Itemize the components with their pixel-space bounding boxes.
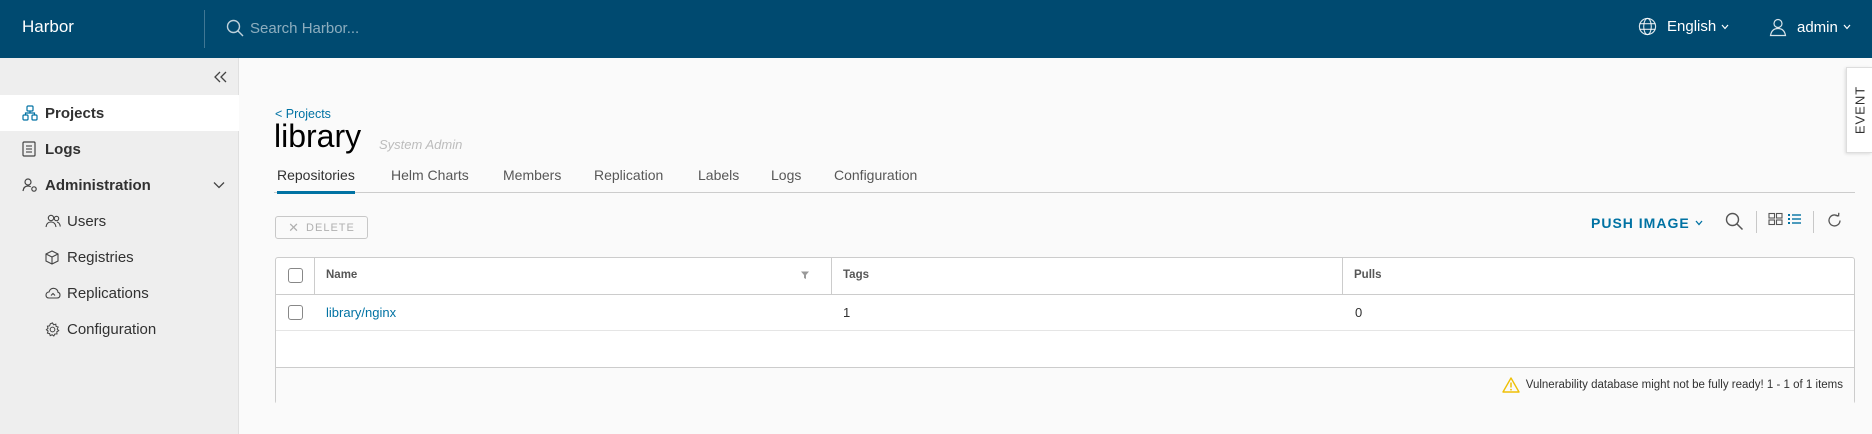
role-label: System Admin (379, 137, 463, 152)
global-search[interactable] (226, 17, 550, 39)
search-icon (226, 19, 244, 37)
repositories-table: Name Tags Pulls library/nginx 1 0 Vulner… (275, 257, 1855, 404)
app-header: Harbor English admin (0, 0, 1872, 58)
toolbar-divider (1813, 211, 1814, 233)
sidebar-item-replications[interactable]: Replications (0, 275, 239, 311)
logs-icon (22, 141, 36, 157)
table-placeholder-row (276, 331, 1854, 368)
header-divider (204, 10, 205, 48)
sidebar-item-projects[interactable]: Projects (0, 95, 239, 131)
tab-helm-charts[interactable]: Helm Charts (391, 167, 469, 193)
push-image-label: PUSH IMAGE (1591, 215, 1690, 231)
replications-icon (45, 287, 61, 300)
refresh-button[interactable] (1826, 212, 1843, 229)
sidebar-item-label: Projects (45, 104, 105, 122)
language-label: English (1667, 18, 1717, 35)
list-view-button[interactable] (1787, 212, 1802, 226)
brand-title[interactable]: Harbor (22, 17, 74, 37)
administration-icon (22, 177, 38, 193)
language-selector[interactable]: English (1638, 17, 1729, 36)
close-icon: ✕ (288, 219, 301, 235)
column-divider (314, 258, 315, 295)
user-name: admin (1797, 18, 1838, 36)
chevron-down-icon (1695, 220, 1703, 226)
table-row: library/nginx 1 0 (276, 295, 1854, 331)
grid-view-icon (1768, 212, 1783, 226)
event-tab-label: EVENT (1852, 85, 1867, 135)
sidebar-item-configuration[interactable]: Configuration (0, 311, 239, 347)
sidebar-item-label: Configuration (67, 320, 157, 338)
sidebar-item-registries[interactable]: Registries (0, 239, 239, 275)
delete-label: DELETE (306, 221, 355, 234)
table-header: Name Tags Pulls (276, 258, 1854, 295)
project-tabs: Repositories Helm Charts Members Replica… (274, 165, 1855, 194)
toolbar-divider (1756, 211, 1757, 233)
filter-icon[interactable] (800, 270, 810, 280)
repository-name-link[interactable]: library/nginx (326, 305, 396, 320)
tab-labels[interactable]: Labels (698, 167, 739, 193)
chevron-down-icon (1721, 24, 1729, 29)
double-chevron-left-icon (214, 71, 227, 83)
refresh-icon (1828, 212, 1841, 227)
sidebar-item-administration[interactable]: Administration (0, 167, 239, 203)
delete-button[interactable]: ✕ DELETE (275, 216, 368, 239)
chevron-down-icon (213, 182, 225, 189)
sidebar: Projects Logs Administration Users Regis… (0, 58, 239, 434)
table-footer-status: Vulnerability database might not be full… (1502, 377, 1843, 393)
tab-members[interactable]: Members (503, 167, 561, 193)
event-panel-tab[interactable]: EVENT (1846, 67, 1872, 153)
warning-icon (1502, 377, 1520, 393)
column-divider (831, 258, 832, 295)
search-input[interactable] (250, 19, 550, 37)
tab-repositories[interactable]: Repositories (277, 167, 355, 194)
search-repositories-button[interactable] (1725, 212, 1744, 231)
globe-icon (1638, 17, 1657, 36)
sidebar-item-logs[interactable]: Logs (0, 131, 239, 167)
tags-count: 1 (843, 305, 851, 320)
chevron-down-icon (1843, 24, 1851, 30)
tab-logs[interactable]: Logs (771, 167, 801, 193)
table-footer: Vulnerability database might not be full… (276, 368, 1854, 404)
tab-configuration[interactable]: Configuration (834, 167, 917, 193)
page-title: library (274, 118, 362, 154)
pulls-count: 0 (1355, 305, 1363, 320)
registries-icon (45, 249, 59, 265)
column-divider (1342, 258, 1343, 295)
column-header-tags[interactable]: Tags (843, 269, 869, 281)
list-view-icon (1788, 214, 1801, 224)
search-icon (1725, 212, 1744, 231)
footer-text: Vulnerability database might not be full… (1525, 379, 1843, 391)
card-view-button[interactable] (1768, 212, 1783, 226)
push-image-button[interactable]: PUSH IMAGE (1591, 213, 1703, 233)
gear-icon (45, 321, 60, 337)
select-all-checkbox[interactable] (288, 268, 303, 283)
sidebar-item-users[interactable]: Users (0, 203, 239, 239)
sidebar-item-label: Users (67, 212, 107, 230)
sidebar-item-label: Registries (67, 248, 134, 266)
row-select-checkbox[interactable] (288, 305, 303, 320)
column-header-pulls[interactable]: Pulls (1354, 269, 1381, 281)
sidebar-item-label: Logs (45, 140, 81, 158)
projects-icon (22, 105, 38, 121)
tab-replication[interactable]: Replication (594, 167, 663, 193)
sidebar-item-label: Replications (67, 284, 149, 302)
collapse-sidebar-button[interactable] (211, 67, 231, 87)
user-icon (1769, 18, 1787, 37)
sidebar-item-label: Administration (45, 176, 151, 194)
column-header-name[interactable]: Name (326, 269, 357, 281)
user-menu[interactable]: admin (1768, 17, 1851, 37)
users-icon (45, 214, 61, 228)
